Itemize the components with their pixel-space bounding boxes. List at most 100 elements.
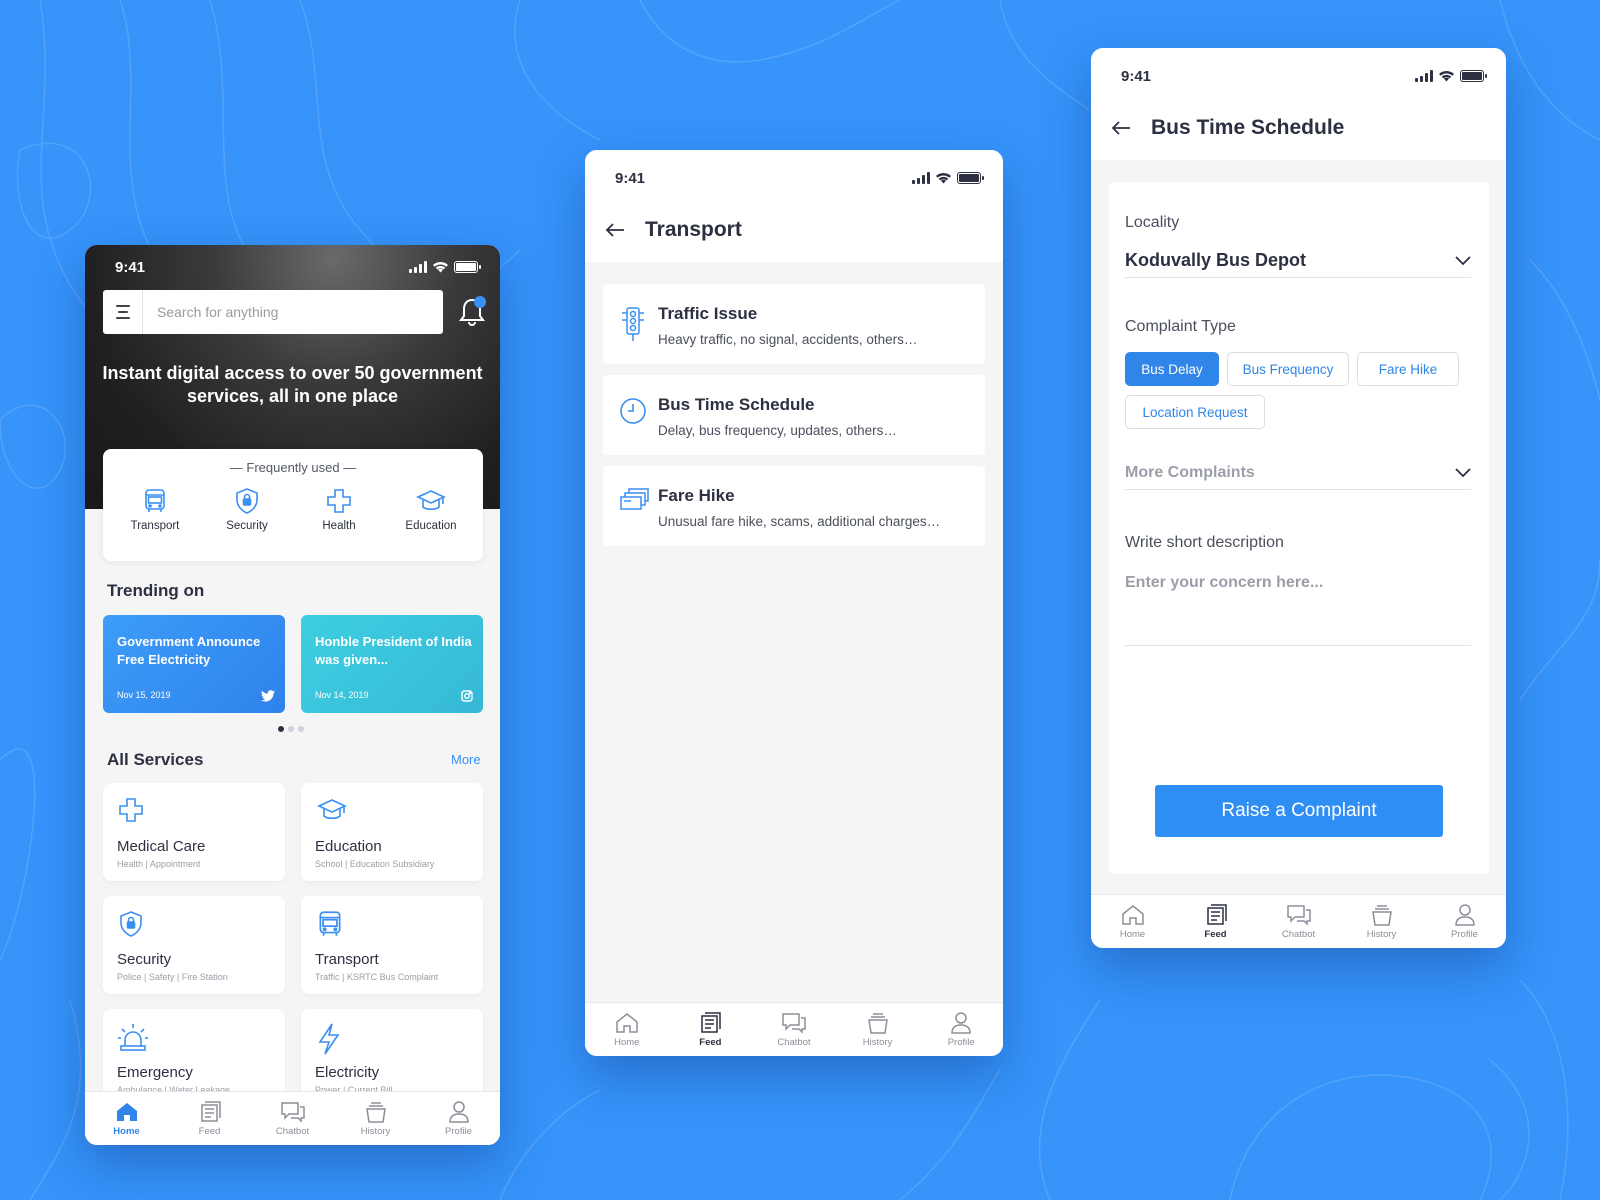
tab-chatbot[interactable]: Chatbot (1267, 904, 1331, 940)
tab-history[interactable]: History (846, 1012, 910, 1048)
tab-label: History (1366, 928, 1397, 940)
signal-icon (1415, 70, 1433, 82)
trending-card[interactable]: Honble President of India was given... N… (301, 615, 483, 713)
tab-chatbot[interactable]: Chatbot (762, 1012, 826, 1048)
signal-icon (912, 172, 930, 184)
twitter-icon (261, 690, 275, 702)
chat-icon (1286, 904, 1311, 926)
tab-label: History (862, 1036, 893, 1048)
chat-icon (782, 1012, 806, 1034)
tab-label: Chatbot (777, 1036, 811, 1048)
search-input[interactable] (143, 304, 423, 320)
tab-feed[interactable]: Feed (1184, 903, 1248, 940)
issue-card-fare-hike[interactable]: Fare Hike Unusual fare hike, scams, addi… (603, 466, 985, 546)
locality-select[interactable]: Koduvally Bus Depot (1125, 244, 1471, 278)
tab-home[interactable]: Home (1101, 904, 1165, 940)
tab-feed[interactable]: Feed (178, 1100, 242, 1137)
tab-feed[interactable]: Feed (678, 1011, 742, 1048)
service-subtitle: Traffic | KSRTC Bus Complaint (315, 972, 439, 982)
service-name: Education (315, 838, 382, 855)
issue-card-traffic[interactable]: Traffic Issue Heavy traffic, no signal, … (603, 284, 985, 364)
home-icon (116, 1102, 137, 1121)
service-name: Medical Care (117, 838, 206, 855)
frequent-item-label: Transport (130, 520, 180, 532)
issue-card-bus-time-schedule[interactable]: Bus Time Schedule Delay, bus frequency, … (603, 375, 985, 455)
shield-lock-icon (120, 911, 142, 937)
tab-home[interactable]: Home (95, 1101, 159, 1137)
tab-label: Profile (445, 1125, 472, 1137)
menu-icon[interactable] (103, 290, 143, 334)
chip-bus-delay[interactable]: Bus Delay (1125, 352, 1219, 386)
bus-icon (319, 911, 341, 936)
wifi-icon (1439, 71, 1454, 82)
frequent-item-transport[interactable]: Transport (115, 487, 195, 532)
frequent-item-education[interactable]: Education (391, 487, 471, 532)
back-arrow-icon[interactable] (1111, 120, 1131, 136)
chat-icon (280, 1101, 305, 1123)
tab-label: Home (1119, 928, 1146, 940)
chevron-down-icon (1455, 467, 1471, 477)
description-textarea[interactable] (1125, 572, 1471, 646)
notification-bell-icon[interactable] (457, 295, 487, 327)
back-arrow-icon[interactable] (605, 222, 625, 238)
feed-icon (200, 1100, 221, 1122)
service-card-transport[interactable]: Transport Traffic | KSRTC Bus Complaint (301, 896, 483, 994)
bottom-tab-bar: Home Feed Chatbot History Profile (85, 1091, 500, 1145)
feed-icon (1206, 903, 1227, 925)
clock-icon (620, 398, 646, 424)
service-card-education[interactable]: Education School | Education Subsidiary (301, 783, 483, 881)
chip-fare-hike[interactable]: Fare Hike (1357, 352, 1459, 386)
trending-card[interactable]: Government Announce Free Electricity Nov… (103, 615, 285, 713)
locality-label: Locality (1125, 214, 1180, 231)
status-time: 9:41 (115, 258, 146, 276)
tab-label: Feed (1204, 928, 1227, 940)
profile-icon (448, 1100, 469, 1123)
bus-icon (145, 489, 165, 512)
chip-bus-frequency[interactable]: Bus Frequency (1227, 352, 1349, 386)
battery-icon (454, 261, 481, 273)
tab-history[interactable]: History (1350, 904, 1414, 940)
service-subtitle: Health | Appointment (117, 859, 201, 869)
graduation-cap-icon (317, 799, 347, 820)
frequent-item-health[interactable]: Health (299, 487, 379, 532)
carousel-dots[interactable] (278, 726, 304, 732)
issue-title: Bus Time Schedule (658, 395, 815, 414)
profile-icon (951, 1011, 971, 1034)
tab-profile[interactable]: Profile (929, 1011, 993, 1048)
battery-icon (1460, 70, 1487, 82)
tickets-icon (620, 488, 649, 510)
more-services-link[interactable]: More (451, 752, 481, 767)
tab-profile[interactable]: Profile (1433, 903, 1497, 940)
battery-icon (957, 172, 984, 184)
feed-icon (701, 1011, 722, 1033)
bottom-tab-bar: Home Feed Chatbot History Profile (1091, 894, 1506, 948)
more-complaints-select[interactable]: More Complaints (1125, 456, 1471, 490)
all-services-title: All Services (107, 750, 204, 769)
tab-home[interactable]: Home (595, 1012, 659, 1048)
raise-complaint-button[interactable]: Raise a Complaint (1155, 785, 1443, 837)
chip-location-request[interactable]: Location Request (1125, 395, 1265, 429)
service-name: Emergency (117, 1064, 193, 1081)
page-title: Transport (645, 218, 742, 241)
tab-chatbot[interactable]: Chatbot (261, 1101, 325, 1137)
tab-history[interactable]: History (344, 1101, 408, 1137)
service-card-security[interactable]: Security Police | Safety | Fire Station (103, 896, 285, 994)
signal-icon (409, 261, 427, 273)
frequent-item-label: Education (405, 520, 457, 532)
search-bar (103, 290, 443, 334)
page-title: Bus Time Schedule (1151, 116, 1345, 139)
service-subtitle: School | Education Subsidiary (315, 859, 435, 869)
issue-title: Fare Hike (658, 486, 735, 505)
tab-label: Chatbot (1281, 928, 1316, 940)
tab-label: Profile (1451, 928, 1478, 940)
wifi-icon (433, 262, 448, 273)
chevron-down-icon (1455, 255, 1471, 265)
frequent-item-security[interactable]: Security (207, 487, 287, 532)
history-icon (867, 1012, 888, 1034)
tab-profile[interactable]: Profile (427, 1100, 491, 1137)
transport-screen: 9:41 Transport Traffic Issue Heavy traff… (585, 150, 1003, 1056)
tab-label: Feed (198, 1125, 221, 1137)
service-card-medical-care[interactable]: Medical Care Health | Appointment (103, 783, 285, 881)
trending-title: Trending on (107, 581, 205, 600)
trending-card-date: Nov 14, 2019 (315, 690, 369, 700)
